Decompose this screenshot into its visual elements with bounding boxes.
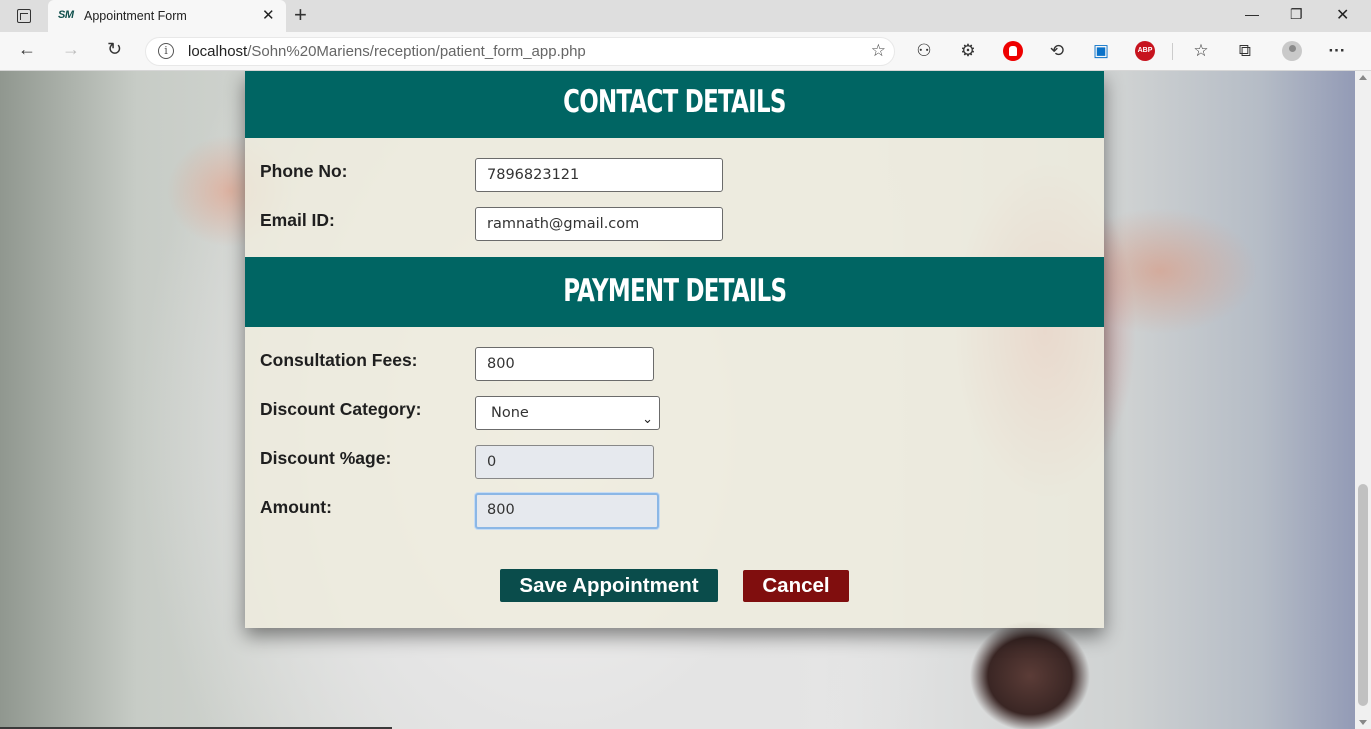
favorites-icon[interactable]: ☆ <box>1191 41 1211 61</box>
minimize-icon[interactable]: — <box>1245 6 1259 22</box>
extension-sync-icon[interactable]: ⟲ <box>1047 41 1067 61</box>
tab-actions-icon[interactable] <box>12 7 34 25</box>
page-viewport: CONTACT DETAILS Phone No: 7896823121 Ema… <box>0 71 1371 729</box>
discount-category-label: Discount Category: <box>260 399 422 419</box>
url-path: /Sohn%20Mariens/reception/patient_form_a… <box>247 43 586 60</box>
tab-appointment-form[interactable]: SM Appointment Form ✕ <box>48 0 286 32</box>
discount-category-select[interactable]: None ⌄ <box>475 396 660 430</box>
scroll-up-icon[interactable] <box>1359 75 1367 80</box>
profile-avatar-icon[interactable] <box>1282 41 1302 61</box>
extension-stop-icon[interactable] <box>1003 41 1023 61</box>
site-info-icon[interactable]: i <box>158 43 174 59</box>
vertical-scrollbar[interactable] <box>1355 71 1371 729</box>
address-bar[interactable]: i localhost/Sohn%20Mariens/reception/pat… <box>145 37 895 66</box>
window-close-icon[interactable]: ✕ <box>1336 5 1349 25</box>
adblock-plus-icon[interactable]: ABP <box>1135 41 1155 61</box>
email-input[interactable]: ramnath@gmail.com <box>475 207 723 241</box>
amount-input[interactable]: 800 <box>475 493 659 529</box>
contact-details-header: CONTACT DETAILS <box>245 71 1104 138</box>
more-menu-icon[interactable]: ··· <box>1327 41 1347 61</box>
cancel-button[interactable]: Cancel <box>743 570 849 602</box>
extension-gear-icon[interactable]: ⚙ <box>958 41 978 61</box>
email-label: Email ID: <box>260 210 335 230</box>
url-text[interactable]: localhost/Sohn%20Mariens/reception/patie… <box>188 43 586 60</box>
scroll-down-icon[interactable] <box>1359 720 1367 725</box>
tab-close-icon[interactable]: ✕ <box>262 6 275 24</box>
tab-strip: SM Appointment Form ✕ + — ❐ ✕ <box>0 0 1371 32</box>
navigation-bar: ← → ↻ i localhost/Sohn%20Mariens/recepti… <box>0 32 1371 71</box>
amount-label: Amount: <box>260 497 332 517</box>
payment-details-title: PAYMENT DETAILS <box>562 273 787 309</box>
save-appointment-button[interactable]: Save Appointment <box>500 569 718 602</box>
extension-tracker-icon[interactable]: ▣ <box>1091 41 1111 61</box>
site-favicon-icon: SM <box>58 9 74 21</box>
phone-input[interactable]: 7896823121 <box>475 158 723 192</box>
phone-label: Phone No: <box>260 161 348 181</box>
discount-percentage-label: Discount %age: <box>260 448 392 468</box>
restore-icon[interactable]: ❐ <box>1290 6 1303 23</box>
new-tab-icon[interactable]: + <box>294 2 307 28</box>
forward-icon[interactable]: → <box>62 39 80 60</box>
refresh-icon[interactable]: ↻ <box>107 39 122 60</box>
collections-icon[interactable]: ⧉ <box>1235 41 1255 61</box>
payment-details-header: PAYMENT DETAILS <box>245 257 1104 327</box>
chevron-down-icon: ⌄ <box>642 412 653 427</box>
extension-binoculars-icon[interactable]: ⚇ <box>914 41 934 61</box>
toolbar-divider <box>1172 43 1173 60</box>
add-favorite-icon[interactable]: ☆ <box>871 41 886 61</box>
contact-details-title: CONTACT DETAILS <box>563 84 786 120</box>
url-host: localhost <box>188 43 248 60</box>
tab-title: Appointment Form <box>84 9 187 23</box>
consultation-fees-label: Consultation Fees: <box>260 350 418 370</box>
back-icon[interactable]: ← <box>18 39 36 60</box>
appointment-form: CONTACT DETAILS Phone No: 7896823121 Ema… <box>245 71 1104 628</box>
consultation-fees-input[interactable]: 800 <box>475 347 654 381</box>
discount-category-value: None <box>491 405 529 421</box>
discount-percentage-input[interactable]: 0 <box>475 445 654 479</box>
scrollbar-thumb[interactable] <box>1358 484 1368 706</box>
